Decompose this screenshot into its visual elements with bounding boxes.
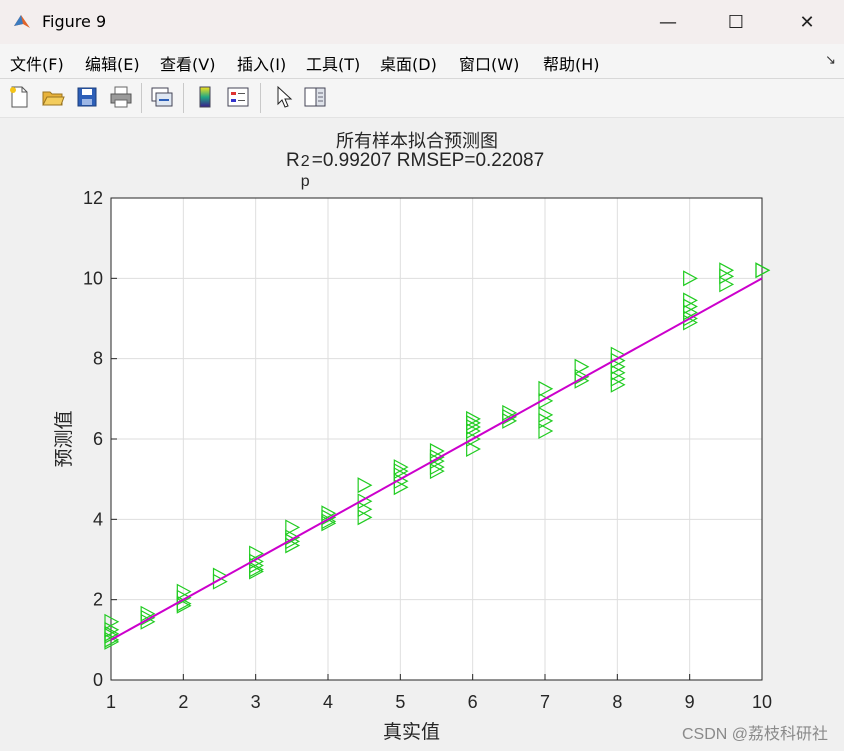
x-tick-label: 4 (323, 692, 333, 712)
x-tick-label: 6 (468, 692, 478, 712)
y-tick-label: 6 (93, 429, 103, 449)
x-tick-label: 3 (251, 692, 261, 712)
x-tick-label: 10 (752, 692, 772, 712)
x-tick-label: 8 (612, 692, 622, 712)
x-tick-label: 2 (178, 692, 188, 712)
x-tick-label: 1 (106, 692, 116, 712)
x-tick-label: 5 (395, 692, 405, 712)
x-tick-label: 9 (685, 692, 695, 712)
y-axis-label: 预测值 (53, 410, 75, 467)
x-axis-label: 真实值 (383, 721, 440, 743)
y-tick-label: 0 (93, 670, 103, 690)
x-tick-label: 7 (540, 692, 550, 712)
watermark: CSDN @荔枝科研社 (681, 726, 828, 743)
y-tick-label: 4 (93, 509, 103, 529)
scatter-chart: 1 2 3 4 5 6 7 8 9 10024681012真实值预测值 (53, 188, 772, 743)
y-tick-label: 8 (93, 349, 103, 369)
y-tick-label: 12 (83, 188, 103, 208)
y-tick-label: 2 (93, 590, 103, 610)
y-tick-label: 10 (83, 268, 103, 288)
